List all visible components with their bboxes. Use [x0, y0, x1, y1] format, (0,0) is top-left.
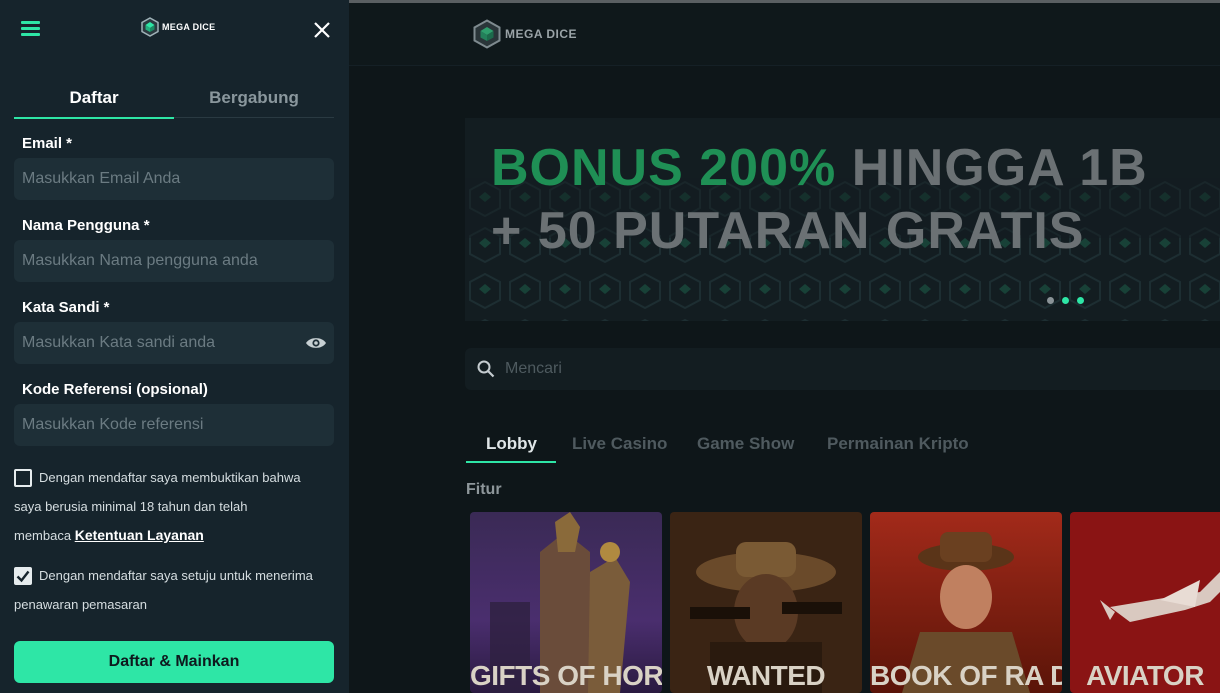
- referral-field[interactable]: [14, 404, 334, 446]
- dice-logo-icon: [141, 17, 159, 37]
- username-field[interactable]: [14, 240, 334, 282]
- carousel-dot-3[interactable]: [1077, 297, 1084, 304]
- terms-of-service-link[interactable]: Ketentuan Layanan: [75, 527, 204, 543]
- terms-line-1: Dengan mendaftar saya membuktikan bahwa: [39, 470, 301, 485]
- close-icon[interactable]: [312, 20, 332, 40]
- active-tab-indicator: [466, 461, 556, 463]
- game-title: GIFTS OF HORUS: [470, 660, 662, 691]
- game-card-aviator[interactable]: AVIATOR: [1070, 512, 1220, 693]
- username-label: Nama Pengguna *: [22, 217, 150, 234]
- banner-subline: + 50 PUTARAN GRATIS: [491, 202, 1085, 260]
- game-title: BOOK OF RA DELUXE: [870, 660, 1062, 691]
- register-play-button[interactable]: Daftar & Mainkan: [14, 641, 334, 683]
- tab-login[interactable]: Bergabung: [174, 80, 334, 118]
- main-content: MEGA DICE BONUS 200% HINGGA 1B + 50 PUTA…: [349, 0, 1220, 693]
- auth-tabs: Daftar Bergabung: [14, 80, 334, 119]
- banner-headline-rest: HINGGA 1B: [851, 139, 1148, 197]
- password-label: Kata Sandi *: [22, 299, 110, 316]
- tab-game-show[interactable]: Game Show: [697, 428, 794, 463]
- drawer-logo-text: MEGA DICE: [162, 22, 216, 32]
- marketing-line-2: penawaran pemasaran: [14, 597, 147, 612]
- referral-label: Kode Referensi (opsional): [22, 381, 208, 398]
- game-title: WANTED: [706, 660, 826, 691]
- terms-line-2: saya berusia minimal 18 tahun dan telah: [14, 499, 248, 514]
- game-card-gifts-of-horus[interactable]: GIFTS OF HORUS: [470, 512, 662, 693]
- marketing-text: Dengan mendaftar saya setuju untuk mener…: [14, 561, 334, 619]
- search-icon: [477, 360, 495, 378]
- tab-crypto-games[interactable]: Permainan Kripto: [827, 428, 969, 463]
- email-field[interactable]: [14, 158, 334, 200]
- terms-text: Dengan mendaftar saya membuktikan bahwa …: [14, 463, 334, 550]
- marketing-line-1: Dengan mendaftar saya setuju untuk mener…: [39, 568, 313, 583]
- site-header: MEGA DICE: [349, 3, 1220, 66]
- terms-line-3: membaca: [14, 528, 72, 543]
- game-title: AVIATOR: [1086, 660, 1204, 691]
- game-card-book-of-ra[interactable]: BOOK OF RA DELUXE: [870, 512, 1062, 693]
- carousel-dots: [1047, 297, 1084, 304]
- game-search: [465, 348, 1220, 390]
- game-card-wanted[interactable]: WANTED: [670, 512, 862, 693]
- section-title: Fitur: [466, 481, 502, 498]
- tab-live-casino[interactable]: Live Casino: [572, 428, 667, 463]
- email-label: Email *: [22, 135, 73, 152]
- drawer-header: MEGA DICE: [0, 0, 349, 60]
- dice-logo-icon: [473, 19, 501, 49]
- eye-icon[interactable]: [305, 336, 327, 350]
- drawer-logo[interactable]: MEGA DICE: [141, 17, 215, 37]
- tab-lobby[interactable]: Lobby: [486, 428, 537, 463]
- carousel-dot-1[interactable]: [1047, 297, 1054, 304]
- carousel-dot-2[interactable]: [1062, 297, 1069, 304]
- signup-drawer: MEGA DICE Daftar Bergabung Email * Nama …: [0, 0, 349, 693]
- banner-headline: BONUS 200% HINGGA 1B: [491, 138, 1148, 198]
- site-logo-text: MEGA DICE: [505, 27, 578, 41]
- banner-highlight: BONUS 200%: [491, 139, 837, 197]
- search-input[interactable]: [505, 348, 1205, 390]
- menu-icon[interactable]: [20, 19, 42, 37]
- site-logo[interactable]: MEGA DICE: [473, 19, 577, 49]
- password-field[interactable]: [14, 322, 334, 364]
- tab-register[interactable]: Daftar: [14, 80, 174, 119]
- promo-banner[interactable]: BONUS 200% HINGGA 1B + 50 PUTARAN GRATIS: [465, 118, 1220, 321]
